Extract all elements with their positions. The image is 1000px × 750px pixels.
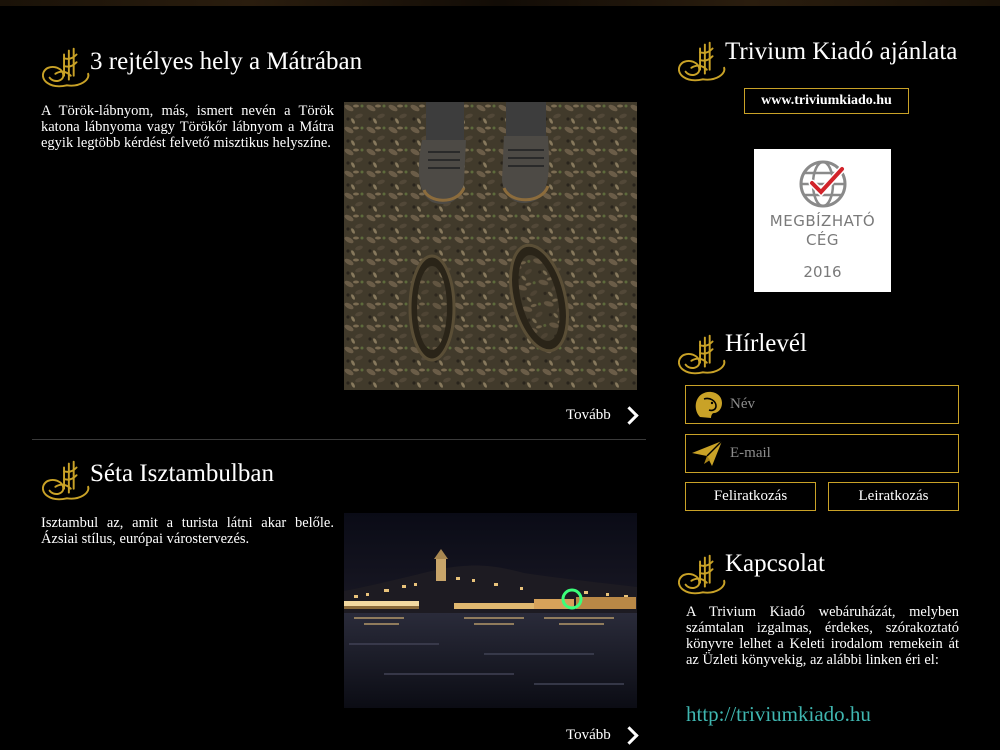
post-excerpt: Isztambul az, amit a turista látni akar …	[41, 515, 334, 547]
tughra-ornament-icon	[38, 459, 92, 503]
post-title[interactable]: Séta Isztambulban	[90, 460, 274, 488]
unsubscribe-button[interactable]: Leiratkozás	[828, 482, 959, 511]
post-divider	[32, 439, 646, 440]
badge-label: CÉG	[805, 231, 840, 249]
badge-label: MEGBÍZHATÓ	[769, 212, 876, 230]
post-excerpt: A Török-lábnyom, más, ismert nevén a Tör…	[41, 103, 334, 151]
read-more-label: Tovább	[566, 727, 611, 743]
post-photo-istanbul[interactable]	[344, 513, 637, 708]
publisher-url-button[interactable]: www.triviumkiado.hu	[744, 88, 909, 114]
post-photo-footprints[interactable]	[344, 102, 637, 390]
email-field[interactable]	[685, 434, 959, 473]
tughra-ornament-icon	[674, 333, 728, 377]
email-input[interactable]	[730, 435, 950, 471]
sidebar-title-newsletter: Hírlevél	[725, 330, 807, 357]
tughra-ornament-icon	[38, 46, 92, 90]
tughra-ornament-icon	[674, 553, 728, 597]
chevron-right-icon	[620, 406, 639, 425]
subscribe-button[interactable]: Feliratkozás	[685, 482, 816, 511]
tughra-ornament-icon	[674, 40, 728, 84]
name-field[interactable]	[685, 385, 959, 424]
paper-plane-icon	[692, 440, 723, 466]
contact-link[interactable]: http://triviumkiado.hu	[686, 702, 871, 727]
post-title[interactable]: 3 rejtélyes hely a Mátrában	[90, 48, 362, 76]
contact-description: A Trivium Kiadó webáruházát, melyben szá…	[686, 604, 959, 668]
chevron-right-icon	[620, 726, 639, 745]
sidebar-title-offer: Trivium Kiadó ajánlata	[725, 38, 958, 65]
read-more-link[interactable]: Tovább	[566, 406, 639, 425]
globe-check-icon	[799, 160, 847, 208]
name-input[interactable]	[730, 386, 950, 422]
trusted-company-badge[interactable]: MEGBÍZHATÓ CÉG 2016	[754, 149, 891, 292]
sidebar-title-contact: Kapcsolat	[725, 550, 825, 577]
woman-profile-icon	[695, 391, 722, 418]
top-decor-strip	[0, 0, 1000, 6]
read-more-link[interactable]: Tovább	[566, 726, 639, 745]
read-more-label: Tovább	[566, 407, 611, 423]
badge-year: 2016	[803, 263, 842, 281]
